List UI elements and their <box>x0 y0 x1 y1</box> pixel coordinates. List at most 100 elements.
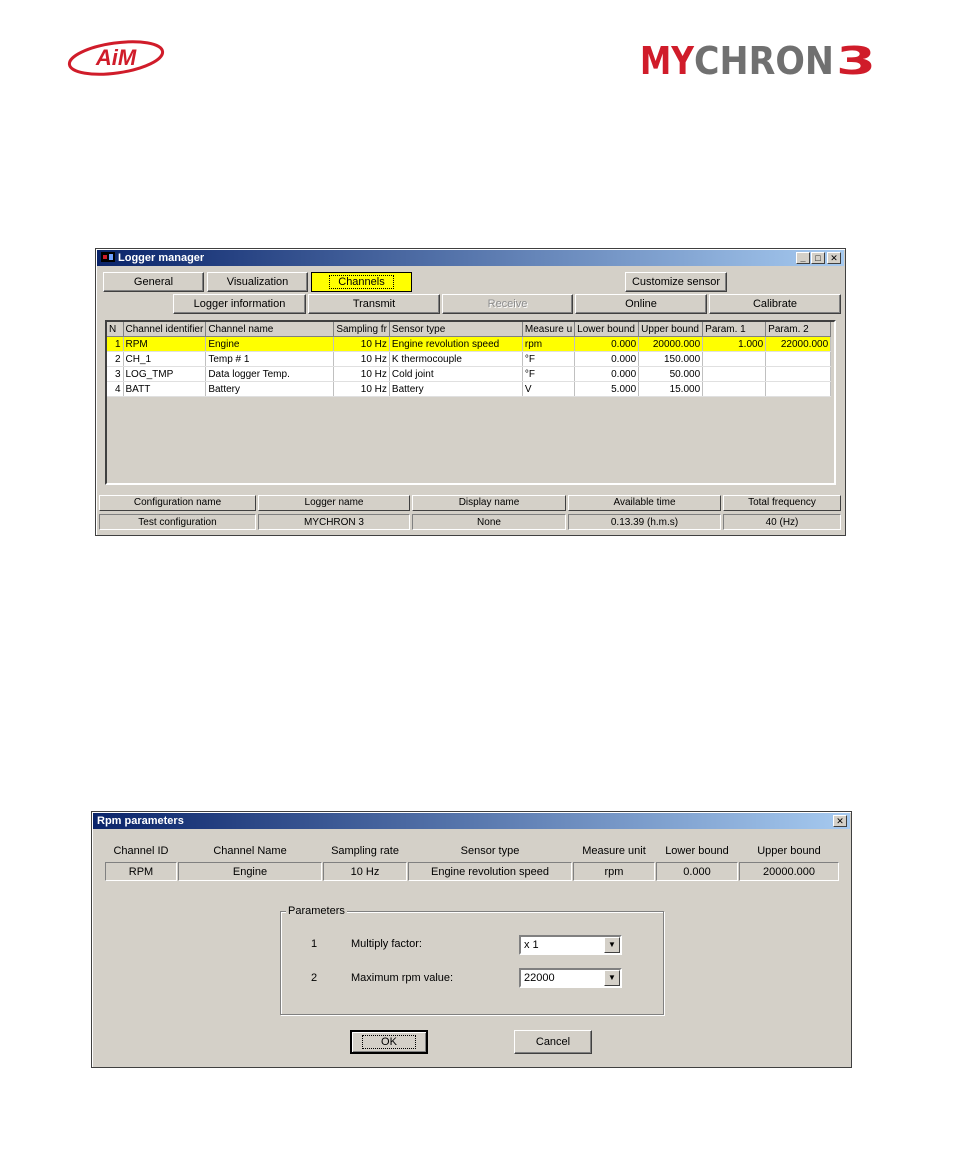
sampling-rate-header: Sampling rate <box>331 845 399 857</box>
column-header[interactable]: Lower bound <box>574 322 640 337</box>
cell: 1 <box>107 336 124 352</box>
channel-id-value: RPM <box>105 862 177 881</box>
cell: 0.000 <box>574 351 640 367</box>
logger-information-button[interactable]: Logger information <box>173 294 306 314</box>
dialog-title: Rpm parameters <box>97 815 184 827</box>
cell: °F <box>522 366 576 382</box>
parameters-group-label: Parameters <box>286 905 347 917</box>
receive-label: Receive <box>487 298 528 310</box>
transmit-label: Transmit <box>352 298 396 310</box>
cell: 50.000 <box>638 366 704 382</box>
cell: 10 Hz <box>333 381 390 397</box>
cell: V <box>522 381 576 397</box>
cell <box>702 351 767 367</box>
cell: 3 <box>107 366 124 382</box>
app-icon <box>101 252 115 262</box>
close-button[interactable]: ✕ <box>833 815 847 827</box>
upper-bound-header: Upper bound <box>757 845 821 857</box>
column-header[interactable]: Param. 1 <box>702 322 767 337</box>
cell: rpm <box>522 336 576 352</box>
multiply-factor-value: x 1 <box>524 939 539 951</box>
cell <box>702 381 767 397</box>
column-header[interactable]: Channel identifier <box>123 322 207 337</box>
cancel-label: Cancel <box>535 1036 571 1048</box>
svg-text:AiM: AiM <box>95 45 137 70</box>
cell: Engine revolution speed <box>389 336 523 352</box>
column-header[interactable]: Param. 2 <box>765 322 832 337</box>
table-row[interactable]: 2 CH_1 Temp # 1 10 Hz K thermocouple °F … <box>107 351 832 367</box>
calibrate-label: Calibrate <box>752 298 798 310</box>
sensor-type-header: Sensor type <box>460 845 520 857</box>
cell: Battery <box>389 381 523 397</box>
available-time-header: Available time <box>568 495 721 511</box>
maximize-button[interactable]: □ <box>811 252 825 264</box>
max-rpm-select[interactable]: 22000 ▼ <box>519 968 622 988</box>
close-button[interactable]: ✕ <box>827 252 841 264</box>
available-time-value: 0.13.39 (h.m.s) <box>568 514 721 530</box>
chevron-down-icon[interactable]: ▼ <box>604 937 620 953</box>
parameters-groupbox <box>280 911 664 1015</box>
display-name-value: None <box>412 514 566 530</box>
column-header[interactable]: Upper bound <box>638 322 704 337</box>
param-2-label: Maximum rpm value: <box>351 972 454 984</box>
cell: 0.000 <box>574 336 640 352</box>
logger-name-value: MYCHRON 3 <box>258 514 410 530</box>
cell <box>765 366 832 382</box>
receive-button[interactable]: Receive <box>442 294 573 314</box>
cell: 150.000 <box>638 351 704 367</box>
upper-bound-value: 20000.000 <box>739 862 839 881</box>
measure-unit-value: rpm <box>573 862 655 881</box>
total-frequency-value: 40 (Hz) <box>723 514 841 530</box>
online-label: Online <box>625 298 657 310</box>
cell: 22000.000 <box>765 336 832 352</box>
cell: K thermocouple <box>389 351 523 367</box>
column-header[interactable]: Measure u <box>522 322 576 337</box>
chevron-down-icon[interactable]: ▼ <box>604 970 620 986</box>
lower-bound-header: Lower bound <box>665 845 729 857</box>
cancel-button[interactable]: Cancel <box>514 1030 592 1054</box>
sampling-rate-value: 10 Hz <box>323 862 407 881</box>
ok-button[interactable]: OK <box>350 1030 428 1054</box>
measure-unit-header: Measure unit <box>582 845 646 857</box>
max-rpm-value: 22000 <box>524 972 555 984</box>
tab-visualization[interactable]: Visualization <box>207 272 308 292</box>
transmit-button[interactable]: Transmit <box>308 294 440 314</box>
param-1-label: Multiply factor: <box>351 938 422 950</box>
cell <box>765 351 832 367</box>
cell: °F <box>522 351 576 367</box>
customize-sensor-button[interactable]: Customize sensor <box>625 272 727 292</box>
svg-text:CHRON: CHRON <box>694 39 834 78</box>
minimize-button[interactable]: _ <box>796 252 810 264</box>
svg-text:MY: MY <box>640 39 694 78</box>
channel-name-value: Engine <box>178 862 322 881</box>
lower-bound-value: 0.000 <box>656 862 738 881</box>
svg-text:3: 3 <box>836 39 876 78</box>
tab-visualization-label: Visualization <box>226 276 289 288</box>
column-header[interactable]: N <box>107 322 124 337</box>
cell: 20000.000 <box>638 336 704 352</box>
param-2-index: 2 <box>311 972 318 984</box>
logger-name-header: Logger name <box>258 495 410 511</box>
total-frequency-header: Total frequency <box>723 495 841 511</box>
online-button[interactable]: Online <box>575 294 707 314</box>
table-row[interactable]: 3 LOG_TMP Data logger Temp. 10 Hz Cold j… <box>107 366 832 382</box>
window-title: Logger manager <box>118 252 205 264</box>
column-header[interactable]: Sampling fr <box>333 322 390 337</box>
calibrate-button[interactable]: Calibrate <box>709 294 841 314</box>
cell: 5.000 <box>574 381 640 397</box>
channels-grid[interactable]: N Channel identifier Channel name Sampli… <box>105 320 836 485</box>
cell: 10 Hz <box>333 336 390 352</box>
cell: 4 <box>107 381 124 397</box>
tab-general[interactable]: General <box>103 272 204 292</box>
sensor-type-value: Engine revolution speed <box>408 862 572 881</box>
cell: CH_1 <box>123 351 207 367</box>
column-header[interactable]: Channel name <box>205 322 335 337</box>
column-header[interactable]: Sensor type <box>389 322 523 337</box>
table-row[interactable]: 4 BATT Battery 10 Hz Battery V 5.000 15.… <box>107 381 832 397</box>
tab-channels[interactable]: Channels <box>311 272 412 292</box>
multiply-factor-select[interactable]: x 1 ▼ <box>519 935 622 955</box>
cell: 0.000 <box>574 366 640 382</box>
table-row[interactable]: 1 RPM Engine 10 Hz Engine revolution spe… <box>107 336 832 352</box>
cell: Data logger Temp. <box>205 366 335 382</box>
cell: BATT <box>123 381 207 397</box>
